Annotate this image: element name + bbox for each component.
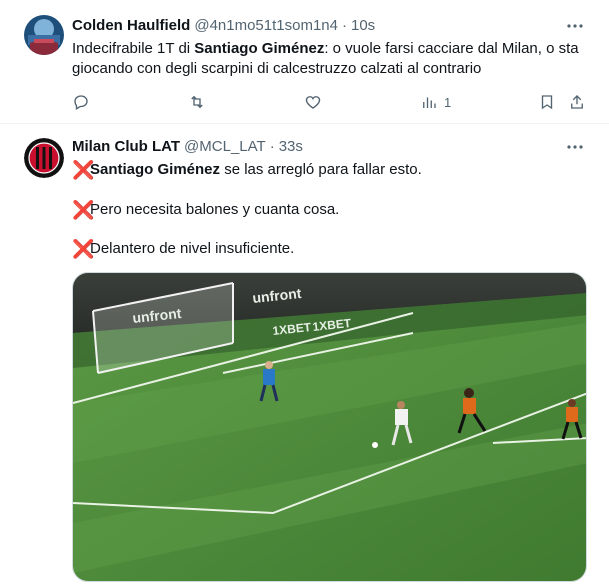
share-icon: [571, 95, 583, 109]
tweet-line-text: Pero necesita balones y cuanta cosa.: [90, 201, 340, 218]
cross-mark-icon: ❌: [72, 160, 95, 180]
user-handle[interactable]: @MCL_LAT: [184, 137, 266, 157]
share-button[interactable]: [568, 92, 586, 112]
views-icon: [423, 97, 436, 108]
cross-mark-icon: ❌: [72, 200, 95, 220]
tweet-line: ❌ Pero necesita balones y cuanta cosa.: [72, 200, 339, 220]
display-name[interactable]: Colden Haulfield: [72, 16, 190, 36]
tweet-text-part: Indecifrabile 1T di: [72, 40, 195, 57]
video-thumbnail[interactable]: unfront unfront 1XBET 1XBET: [72, 272, 587, 582]
tweet[interactable]: Milan Club LAT @MCL_LAT · 33s ❌ Santiago…: [0, 125, 609, 585]
retweet-button[interactable]: [188, 92, 206, 112]
avatar[interactable]: [24, 138, 64, 178]
like-button[interactable]: [304, 92, 322, 112]
tweet-text: Indecifrabile 1T di Santiago Giménez: o …: [72, 39, 592, 79]
user-handle[interactable]: @4n1mo51t1som1n4: [194, 16, 338, 36]
tweet-header: Milan Club LAT @MCL_LAT · 33s: [72, 137, 303, 157]
avatar[interactable]: [24, 15, 64, 55]
display-name[interactable]: Milan Club LAT: [72, 137, 180, 157]
mention-bold: Santiago Giménez: [90, 161, 221, 178]
tweet-line-text: se las arregló para fallar esto.: [220, 161, 422, 178]
ball: [372, 442, 378, 448]
cross-mark-icon: ❌: [72, 239, 95, 259]
tweet[interactable]: Colden Haulfield @4n1mo51t1som1n4 · 10s …: [0, 0, 609, 124]
bookmark-icon: [541, 95, 553, 110]
retweet-icon: [191, 95, 203, 109]
separator-dot: ·: [342, 17, 347, 34]
mention-bold: Santiago Giménez: [194, 40, 325, 57]
reply-icon: [74, 95, 88, 110]
club-logo-avatar: [24, 138, 64, 178]
timestamp[interactable]: 33s: [279, 137, 303, 157]
views-button[interactable]: 1: [420, 92, 451, 112]
tweet-line: ❌ Santiago Giménez se las arregló para f…: [72, 160, 422, 180]
tweet-line: ❌ Delantero de nivel insuficiente.: [72, 239, 294, 259]
tweet-actions: 1: [72, 92, 592, 112]
reply-button[interactable]: [72, 92, 90, 112]
separator-dot: ·: [269, 138, 275, 155]
timestamp[interactable]: 10s: [351, 16, 375, 36]
tweet-line-text: Delantero de nivel insuficiente.: [90, 240, 295, 257]
football-pitch-image: unfront unfront 1XBET 1XBET: [73, 273, 586, 581]
more-options-icon[interactable]: [565, 137, 585, 157]
views-count: 1: [444, 94, 452, 110]
avatar-image: [24, 15, 64, 55]
bookmark-button[interactable]: [538, 92, 556, 112]
tweet-header: Colden Haulfield @4n1mo51t1som1n4 · 10s: [72, 16, 375, 36]
heart-icon: [305, 96, 321, 109]
more-options-icon[interactable]: [565, 16, 585, 36]
